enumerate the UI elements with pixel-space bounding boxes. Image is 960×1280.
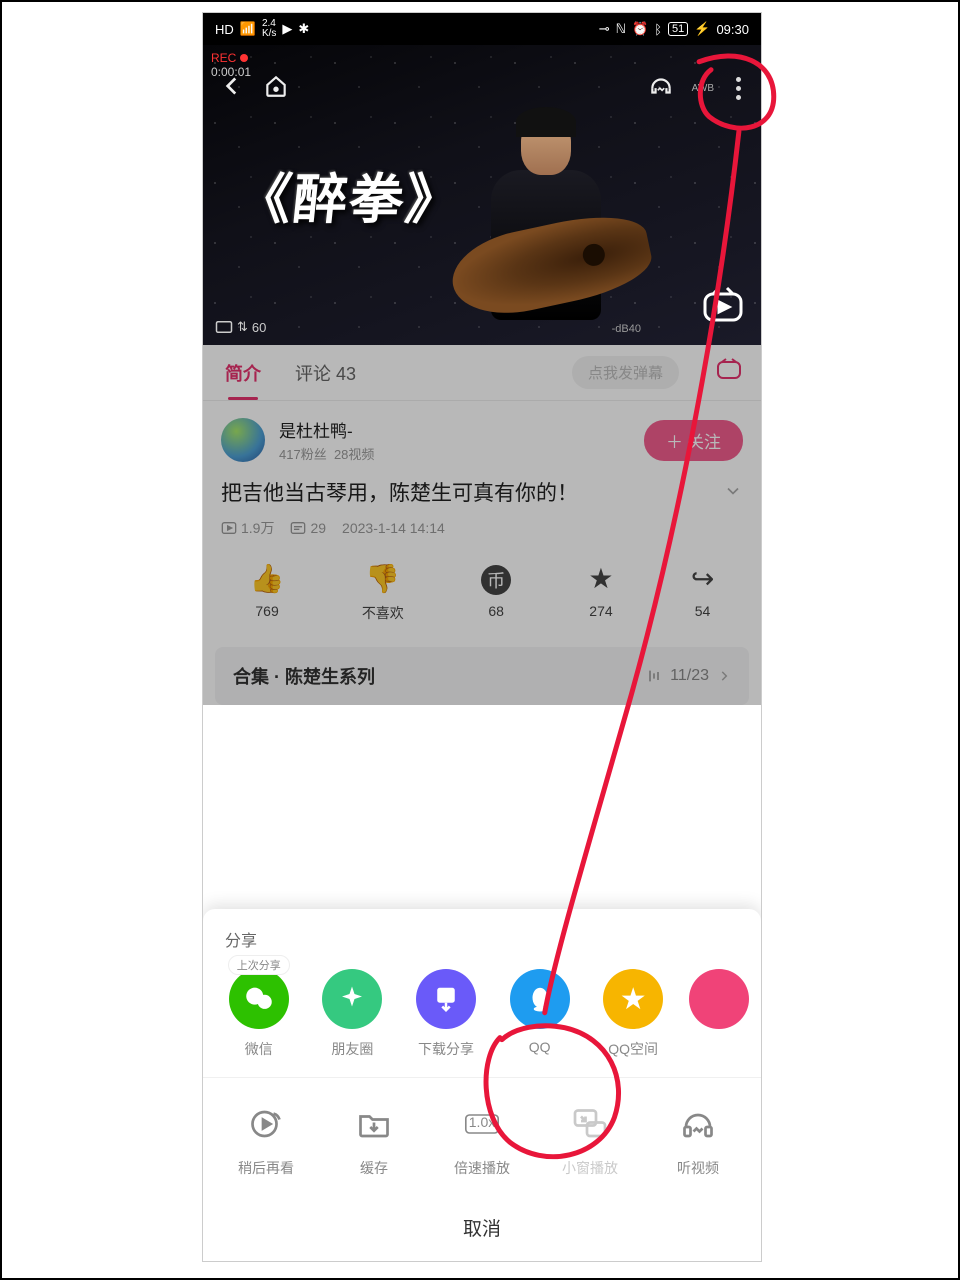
vpn-key-icon: ⊸: [599, 21, 610, 37]
alarm-icon: ⏰: [632, 21, 648, 37]
share-qq[interactable]: QQ: [496, 969, 584, 1059]
performer-figure: [461, 95, 641, 345]
awb-label: AWB: [692, 83, 714, 94]
download-folder-icon: [350, 1100, 398, 1148]
opt-speed[interactable]: 1.0x 倍速播放: [431, 1100, 533, 1178]
share-more-icon[interactable]: [689, 969, 749, 1029]
audio-mode-icon: [674, 1100, 722, 1148]
video-title: 把吉他当古琴用，陈楚生可真有你的！: [221, 479, 713, 508]
video-art-title: 《醉拳》: [234, 155, 466, 234]
follow-button[interactable]: ＋关注: [644, 420, 743, 461]
nfc-icon: ℕ: [616, 21, 626, 37]
opt-watch-later[interactable]: 稍后再看: [215, 1100, 317, 1178]
video-player[interactable]: REC 0:00:01 AWB 《醉拳》 ⇅60 -dB40: [203, 45, 761, 345]
opt-pip[interactable]: 小窗播放: [539, 1100, 641, 1178]
like-button[interactable]: 👍769: [250, 562, 285, 623]
share-arrow-icon: ↪: [691, 562, 714, 595]
thumbs-up-icon: 👍: [250, 562, 285, 595]
share-qzone[interactable]: ★ QQ空间: [589, 969, 677, 1059]
share-wechat[interactable]: 上次分享 微信: [215, 969, 303, 1059]
headphones-icon[interactable]: [648, 73, 674, 104]
hd-badge: HD: [215, 22, 234, 37]
download-share-icon: [416, 969, 476, 1029]
tab-comments[interactable]: 评论 43: [291, 346, 360, 400]
coin-button[interactable]: 币68: [481, 562, 511, 623]
aperture-icon: ✱: [298, 21, 309, 37]
opt-audio[interactable]: 听视频: [647, 1100, 749, 1178]
uploader-name[interactable]: 是杜杜鸭-: [279, 417, 374, 442]
moments-icon: [322, 969, 382, 1029]
last-share-tag: 上次分享: [228, 955, 290, 975]
favorite-button[interactable]: ★274: [588, 562, 613, 623]
status-bar: HD 📶 2.4 K/s ▶ ✱ ⊸ ℕ ⏰ ᛒ 51 ⚡ 09:30: [203, 13, 761, 45]
share-download[interactable]: 下载分享: [402, 969, 490, 1059]
network-icon: 📶: [240, 21, 256, 37]
danmu-input[interactable]: 点我发弹幕: [572, 356, 679, 389]
battery-icon: 51: [668, 22, 688, 36]
star-icon: ★: [588, 562, 613, 595]
db-level: -dB40: [612, 323, 641, 335]
pip-icon: [566, 1100, 614, 1148]
qq-icon: [510, 969, 570, 1029]
share-sheet: 分享 上次分享 微信 朋友圈 下载分享 QQ ★ QQ空间: [203, 909, 761, 1261]
net-speed: 2.4 K/s: [262, 19, 276, 39]
watch-later-icon: [242, 1100, 290, 1148]
more-options-button[interactable]: [732, 73, 745, 104]
share-button[interactable]: ↪54: [691, 562, 714, 623]
collection-bar[interactable]: 合集 · 陈楚生系列 11/23: [215, 647, 749, 705]
bluetooth-icon: ᛒ: [654, 22, 662, 37]
expand-description-button[interactable]: [723, 481, 743, 506]
cancel-button[interactable]: 取消: [203, 1196, 761, 1261]
coin-icon: 币: [481, 562, 511, 595]
back-button[interactable]: [219, 73, 245, 104]
avatar[interactable]: [221, 418, 265, 462]
home-icon[interactable]: [263, 73, 289, 104]
chevron-right-icon: [717, 669, 731, 683]
danmu-toggle[interactable]: [715, 358, 743, 387]
uploader-stats: 417粉丝 28视频: [279, 444, 374, 463]
mini-play-badge[interactable]: [699, 286, 747, 331]
tv-cast-badge[interactable]: ⇅60: [215, 319, 266, 335]
opt-cache[interactable]: 缓存: [323, 1100, 425, 1178]
share-moments[interactable]: 朋友圈: [309, 969, 397, 1059]
phone-screen: HD 📶 2.4 K/s ▶ ✱ ⊸ ℕ ⏰ ᛒ 51 ⚡ 09:30 REC …: [202, 12, 762, 1262]
clock-text: 09:30: [716, 22, 749, 37]
play-icon: ▶: [282, 21, 292, 37]
dimmed-content: 简介 评论 43 点我发弹幕 是杜杜鸭- 417粉丝 28视频 ＋关注 把吉他当…: [203, 345, 761, 705]
thumbs-down-icon: 👎: [365, 562, 400, 595]
video-meta: 1.9万 29 2023-1-14 14:14: [203, 514, 761, 552]
tab-intro[interactable]: 简介: [221, 346, 265, 400]
wechat-icon: [229, 969, 289, 1029]
qzone-icon: ★: [603, 969, 663, 1029]
charging-icon: ⚡: [694, 21, 710, 37]
dislike-button[interactable]: 👎不喜欢: [362, 562, 404, 623]
